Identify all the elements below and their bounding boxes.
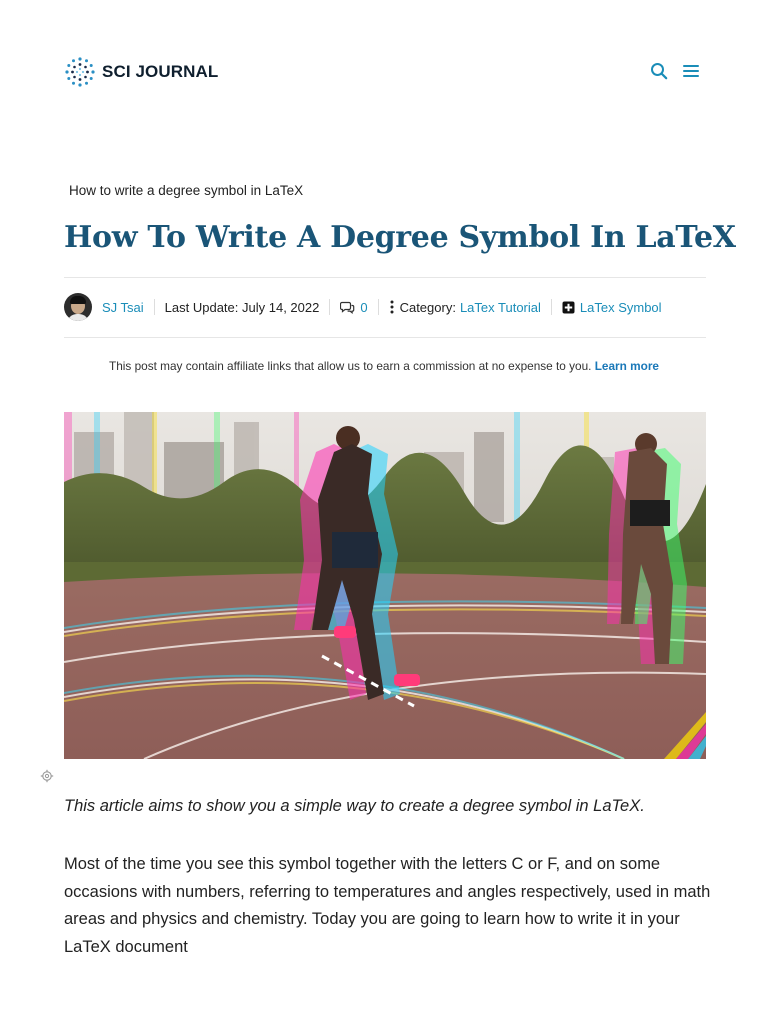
logo-text: SCI JOURNAL: [102, 62, 219, 81]
divider: [64, 337, 706, 338]
divider: [64, 277, 706, 278]
menu-icon[interactable]: [682, 63, 700, 79]
logo-dots-icon: [65, 57, 95, 87]
article-paragraph: Most of the time you see this symbol tog…: [64, 855, 711, 956]
article-intro: This article aims to show you a simple w…: [64, 797, 645, 815]
hero-image: [64, 412, 706, 759]
divider: [329, 299, 331, 315]
search-icon[interactable]: [650, 62, 668, 80]
affiliate-text: This post may contain affiliate links th…: [109, 359, 592, 373]
tag-link[interactable]: LaTex Symbol: [580, 300, 662, 315]
last-update: Last Update: July 14, 2022: [164, 299, 320, 315]
affiliate-notice: This post may contain affiliate links th…: [0, 359, 768, 373]
more-vertical-icon: [389, 300, 395, 314]
divider: [153, 299, 155, 315]
breadcrumb: How to write a degree symbol in LaTeX: [69, 183, 304, 198]
site-logo[interactable]: SCI JOURNAL: [64, 56, 218, 88]
settings-gear-icon[interactable]: [40, 769, 54, 783]
runners-on-track-photo: [64, 412, 706, 759]
post-meta: SJ Tsai Last Update: July 14, 2022 0 Cat…: [64, 292, 662, 322]
tag-plus-icon: [562, 301, 575, 314]
divider: [550, 299, 552, 315]
author-avatar[interactable]: [64, 293, 92, 321]
comment-icon[interactable]: [340, 300, 355, 314]
author-link[interactable]: SJ Tsai: [102, 300, 144, 315]
header-actions: [650, 62, 700, 80]
category-link[interactable]: LaTex Tutorial: [460, 300, 541, 315]
divider: [377, 299, 379, 315]
learn-more-link[interactable]: Learn more: [595, 359, 659, 373]
comment-count[interactable]: 0: [360, 300, 367, 315]
category-label: Category:: [399, 299, 456, 315]
page-title: How To Write A Degree Symbol In LaTeX: [64, 220, 736, 255]
